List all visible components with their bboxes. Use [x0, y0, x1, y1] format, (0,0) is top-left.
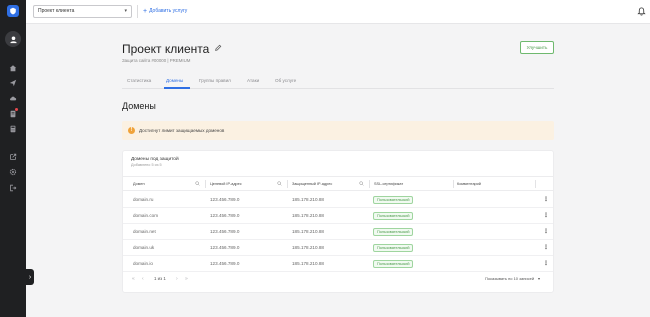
- cell-protected-ip: 185.178.210.88: [292, 213, 324, 218]
- document-icon[interactable]: [7, 108, 18, 119]
- more-options-icon[interactable]: ⋮: [543, 229, 549, 235]
- column-divider: [205, 180, 206, 188]
- sidebar-expand-button[interactable]: ›: [26, 269, 34, 285]
- chevron-down-icon: ▾: [124, 8, 127, 14]
- card-subtitle: Добавлено 5 из 5: [131, 163, 162, 167]
- per-page-select[interactable]: Показывать по 10 записей: [485, 275, 534, 283]
- limit-alert: ! Достигнут лимит защищаемых доменов: [122, 121, 554, 140]
- plus-icon: +: [143, 8, 148, 15]
- alert-text: Достигнут лимит защищаемых доменов: [139, 128, 225, 133]
- table-row[interactable]: domain.uk 123.456.789.0 185.178.210.88 П…: [123, 240, 553, 256]
- bell-icon[interactable]: [637, 7, 646, 16]
- cell-domain: domain.com: [133, 213, 159, 218]
- divider: [137, 5, 138, 18]
- settings-icon[interactable]: [7, 166, 18, 177]
- send-icon[interactable]: [7, 77, 18, 88]
- section-title: Домены: [122, 101, 156, 111]
- last-page-icon[interactable]: »: [185, 275, 188, 283]
- more-options-icon[interactable]: ⋮: [543, 245, 549, 251]
- ssl-status-badge: Пользовательский: [373, 244, 414, 252]
- notification-badge: [15, 108, 18, 111]
- prev-page-icon[interactable]: ‹: [142, 275, 144, 283]
- column-divider: [535, 180, 536, 188]
- page-indicator: 1 из 1: [154, 276, 166, 281]
- next-page-icon[interactable]: ›: [176, 275, 178, 283]
- table-row[interactable]: domain.ru 123.456.789.0 185.178.210.88 П…: [123, 192, 553, 208]
- pagination: « ‹ 1 из 1 › » Показывать по 10 записей …: [123, 273, 553, 285]
- table-row[interactable]: domain.com 123.456.789.0 185.178.210.88 …: [123, 208, 553, 224]
- column-header-target-ip[interactable]: Целевой IP-адрес: [207, 177, 242, 191]
- tab-rule-groups[interactable]: Группы правил: [199, 77, 231, 85]
- ssl-status-badge: Пользовательский: [373, 196, 414, 204]
- cell-domain: domain.ru: [133, 197, 154, 202]
- search-icon[interactable]: [195, 181, 200, 186]
- cell-domain: domain.net: [133, 229, 156, 234]
- search-icon[interactable]: [359, 181, 364, 186]
- sidebar: [0, 0, 26, 317]
- page-title: Проект клиента: [122, 42, 210, 56]
- column-divider: [369, 180, 370, 188]
- calculator-icon[interactable]: [7, 123, 18, 134]
- more-options-icon[interactable]: ⋮: [543, 261, 549, 267]
- add-service-link[interactable]: + Добавить услугу: [143, 7, 187, 16]
- cell-target-ip: 123.456.789.0: [210, 197, 240, 202]
- project-select[interactable]: Проект клиента ▾: [33, 5, 132, 18]
- column-divider: [287, 180, 288, 188]
- cell-protected-ip: 185.178.210.88: [292, 197, 324, 202]
- column-header-domain[interactable]: Домен: [130, 177, 145, 191]
- cloud-icon[interactable]: [7, 92, 18, 103]
- tabs: Статистика Домены Группы правил Атаки Об…: [122, 74, 554, 89]
- cell-target-ip: 123.456.789.0: [210, 229, 240, 234]
- table-header: Домен Целевой IP-адрес Защищенный IP-адр…: [123, 176, 553, 191]
- cell-target-ip: 123.456.789.0: [210, 261, 240, 266]
- external-link-icon[interactable]: [7, 151, 18, 162]
- upgrade-button[interactable]: Улучшить: [520, 41, 554, 54]
- table-row[interactable]: domain.net 123.456.789.0 185.178.210.88 …: [123, 224, 553, 240]
- column-header-protected-ip[interactable]: Защищенный IP-адрес: [289, 177, 332, 191]
- home-icon[interactable]: [7, 62, 18, 73]
- cell-protected-ip: 185.178.210.88: [292, 261, 324, 266]
- user-avatar[interactable]: [5, 31, 21, 47]
- column-header-comment[interactable]: Комментарий: [454, 177, 481, 191]
- logout-icon[interactable]: [7, 182, 18, 193]
- column-header-ssl[interactable]: SSL-сертификат: [371, 177, 403, 191]
- add-service-label: Добавить услугу: [149, 8, 188, 14]
- ssl-status-badge: Пользовательский: [373, 212, 414, 220]
- tab-domains[interactable]: Домены: [166, 77, 183, 85]
- warning-icon: !: [128, 127, 135, 134]
- ssl-status-badge: Пользовательский: [373, 260, 414, 268]
- card-title: Домены под защитой: [131, 157, 179, 162]
- domains-card: Домены под защитой Добавлено 5 из 5 Доме…: [122, 150, 554, 293]
- table-row[interactable]: domain.io 123.456.789.0 185.178.210.88 П…: [123, 256, 553, 272]
- cell-target-ip: 123.456.789.0: [210, 245, 240, 250]
- page-subtitle: Защита сайта #00000 | PREMIUM: [122, 58, 191, 63]
- cell-domain: domain.io: [133, 261, 153, 266]
- topbar: Проект клиента ▾ + Добавить услугу: [26, 0, 650, 24]
- more-options-icon[interactable]: ⋮: [543, 197, 549, 203]
- pencil-icon[interactable]: [214, 44, 222, 52]
- tab-about-service[interactable]: Об услуге: [275, 77, 296, 85]
- search-icon[interactable]: [277, 181, 282, 186]
- cell-target-ip: 123.456.789.0: [210, 213, 240, 218]
- tab-attacks[interactable]: Атаки: [247, 77, 259, 85]
- first-page-icon[interactable]: «: [132, 275, 135, 283]
- cell-protected-ip: 185.178.210.88: [292, 229, 324, 234]
- cell-domain: domain.uk: [133, 245, 155, 250]
- more-options-icon[interactable]: ⋮: [543, 213, 549, 219]
- tab-statistics[interactable]: Статистика: [127, 77, 151, 85]
- cell-protected-ip: 185.178.210.88: [292, 245, 324, 250]
- project-select-value: Проект клиента: [38, 8, 75, 14]
- ssl-status-badge: Пользовательский: [373, 228, 414, 236]
- chevron-down-icon[interactable]: ▾: [538, 275, 540, 283]
- logo-icon[interactable]: [7, 5, 19, 17]
- active-tab-indicator: [164, 87, 190, 89]
